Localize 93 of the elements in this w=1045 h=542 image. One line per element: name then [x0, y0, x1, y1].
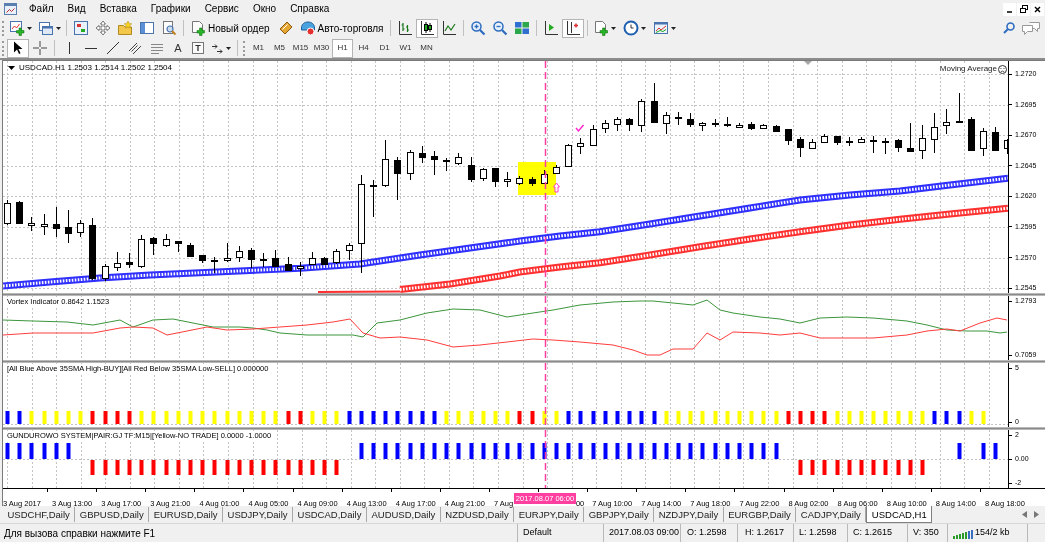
- chart-plus-icon: [9, 20, 25, 36]
- close-price: C: 1.2615: [853, 526, 893, 540]
- cap-badge-icon: [299, 20, 316, 36]
- candlestick-icon: [418, 20, 435, 36]
- folder-star-icon: [117, 20, 133, 36]
- help-hint: Для вызова справки нажмите F1: [4, 526, 156, 541]
- vertical-dashed-line: [544, 430, 547, 488]
- search-icon[interactable]: [1003, 22, 1015, 34]
- document-plus-icon: [190, 20, 206, 36]
- open-price: O: 1.2598: [687, 526, 727, 540]
- chart-tab[interactable]: USDCAD,Daily: [293, 507, 367, 522]
- traffic: 154/2 kb: [975, 526, 1010, 540]
- caret-icon: [670, 26, 676, 30]
- vertical-dashed-line: [544, 363, 547, 427]
- chart-tab[interactable]: GBPJPY,Daily: [584, 507, 655, 522]
- chart-title: USDCAD.H1 1.2503 1.2514 1.2502 1.2504: [19, 63, 172, 73]
- triangle-left-icon[interactable]: [1022, 511, 1027, 518]
- cursor-button[interactable]: [7, 38, 29, 58]
- chat-icon[interactable]: [1021, 21, 1041, 35]
- horizontal-lines-icon: [150, 42, 164, 54]
- chart-tab[interactable]: NZDUSD,Daily: [440, 507, 515, 522]
- caret-icon: [8, 66, 15, 70]
- menu-item[interactable]: Вид: [60, 2, 93, 16]
- caret-icon: [640, 26, 646, 30]
- timeframe-button[interactable]: W1: [395, 38, 416, 58]
- new-chart-button[interactable]: [7, 18, 34, 38]
- timeframe-button[interactable]: M30: [311, 38, 332, 58]
- text-label-button[interactable]: T: [188, 38, 208, 58]
- text-button[interactable]: A: [168, 38, 188, 58]
- volume: V: 350: [913, 526, 939, 540]
- check-icon: [575, 124, 585, 133]
- timeframe-button[interactable]: H4: [353, 38, 374, 58]
- menu-item[interactable]: Вставка: [92, 2, 144, 16]
- chart-tab[interactable]: EURGBP,Daily: [723, 507, 797, 522]
- arrows-icon: [211, 41, 224, 55]
- profile-name: Default: [523, 526, 552, 540]
- up-arrow-icon: [553, 182, 560, 193]
- document-plus-icon: [592, 20, 609, 36]
- high-price: H: 1.2617: [745, 526, 785, 540]
- restore-icon: [1019, 5, 1028, 13]
- chart-tab[interactable]: EURUSD,Daily: [149, 507, 224, 522]
- minimize-button[interactable]: [1003, 2, 1016, 16]
- move-arrows-icon: [95, 20, 111, 36]
- crosshair-icon: [32, 40, 48, 56]
- page-magnifier-icon: [161, 20, 177, 36]
- candlestick-chart-button[interactable]: [415, 18, 438, 38]
- vertical-line-icon: [67, 42, 71, 54]
- expert-name: Moving Average: [939, 64, 997, 74]
- chart-tab[interactable]: NZDJPY,Daily: [654, 507, 724, 522]
- chart-tab[interactable]: AUDUSD,Daily: [366, 507, 441, 522]
- chart-shift-button[interactable]: [561, 18, 584, 38]
- caret-icon: [27, 26, 32, 30]
- timeframe-button[interactable]: MN: [416, 38, 437, 58]
- timeframe-button[interactable]: M15: [290, 38, 311, 58]
- app-icon: [4, 3, 17, 15]
- menu-item[interactable]: Окно: [245, 2, 284, 16]
- bar-chart-icon: [396, 20, 413, 36]
- new-order-button[interactable]: Новый ордер: [187, 18, 273, 38]
- menu-item[interactable]: Сервис: [197, 2, 246, 16]
- axis-shift-icon: [564, 20, 581, 36]
- chart-tab[interactable]: GBPUSD,Daily: [75, 507, 150, 522]
- close-button[interactable]: [1031, 2, 1044, 16]
- triangle-right-icon[interactable]: [1034, 511, 1039, 518]
- triangle-marker-icon: [804, 61, 812, 65]
- chart-tab[interactable]: EURJPY,Daily: [514, 507, 585, 522]
- panel-icon: [139, 20, 155, 36]
- caret-icon: [610, 26, 616, 30]
- clock-icon: [622, 20, 639, 36]
- caret-icon: [226, 46, 231, 50]
- vertical-dashed-line: [544, 296, 547, 360]
- restore-button[interactable]: [1017, 2, 1030, 16]
- line-chart-icon: [440, 20, 457, 36]
- axis-arrow-icon: [542, 20, 559, 36]
- diagonal-line-icon: [107, 42, 119, 54]
- caret-icon: [56, 26, 61, 30]
- horizontal-line-icon: [85, 46, 97, 50]
- menu-item[interactable]: Графики: [143, 2, 198, 16]
- tiles-icon: [513, 20, 530, 36]
- low-price: L: 1.2598: [799, 526, 837, 540]
- close-icon: [1034, 5, 1041, 13]
- book-icon: [277, 20, 294, 36]
- timeframe-button[interactable]: D1: [374, 38, 395, 58]
- bar-time: 2017.08.03 09:00: [609, 526, 680, 540]
- windows-icon: [38, 20, 54, 36]
- signal-bars-icon: [953, 527, 973, 539]
- menu-item[interactable]: Справка: [283, 2, 337, 16]
- chart-tab[interactable]: USDJPY,Daily: [223, 507, 294, 522]
- timeframe-button[interactable]: M1: [248, 38, 269, 58]
- chart-tab[interactable]: USDCHF,Daily: [3, 507, 76, 522]
- timeframe-button[interactable]: M5: [269, 38, 290, 58]
- autotrading-button[interactable]: Авто-торговля: [296, 18, 387, 38]
- timeframe-button[interactable]: H1: [332, 38, 353, 58]
- menu-item[interactable]: Файл: [22, 2, 61, 16]
